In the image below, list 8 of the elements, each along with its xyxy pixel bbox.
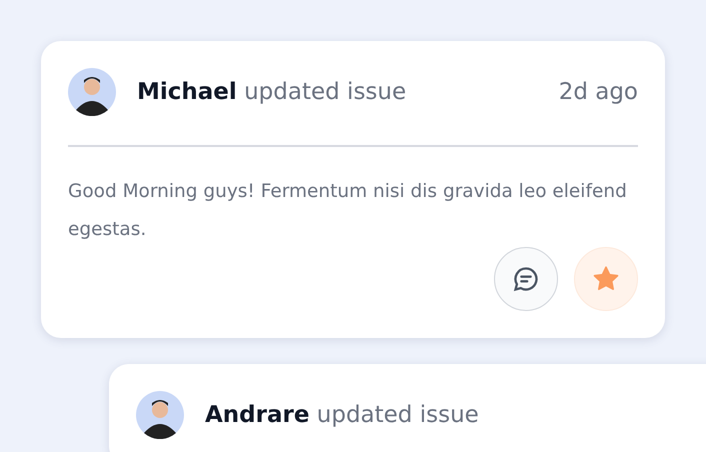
timestamp: 2d ago [558, 79, 638, 105]
chat-bubble-icon [512, 265, 540, 293]
star-icon [592, 265, 620, 293]
avatar-icon [68, 68, 116, 116]
avatar-icon [136, 391, 184, 439]
activity-headline: Andrare updated issue [205, 402, 480, 428]
activity-headline: Michael updated issue [137, 79, 408, 105]
message-text: Good Morning guys! Fermentum nisi dis gravida leo eleifend egestas. [68, 180, 628, 242]
